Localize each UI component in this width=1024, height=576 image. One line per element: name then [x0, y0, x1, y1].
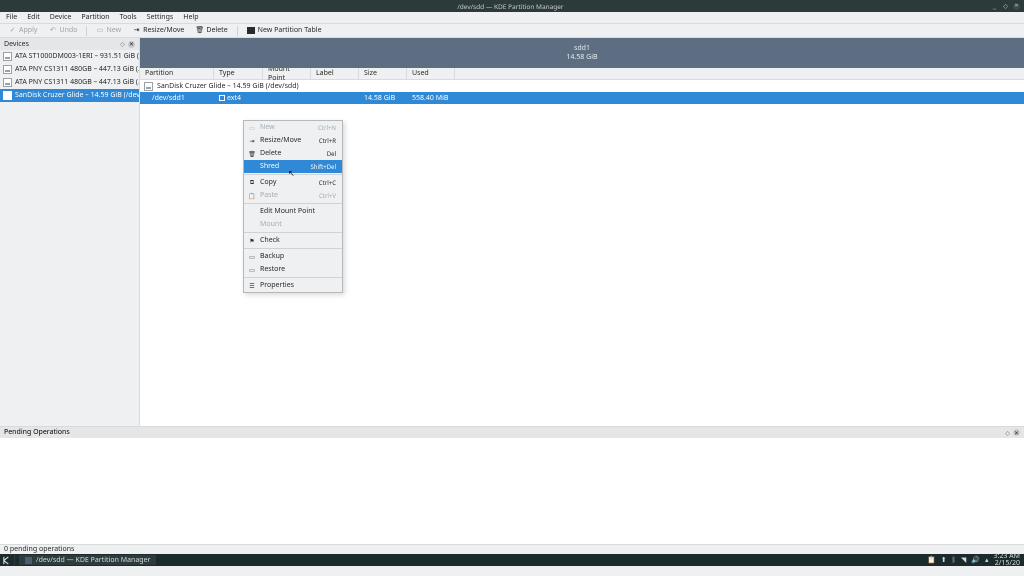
menu-partition[interactable]: Partition: [81, 13, 109, 22]
column-mount[interactable]: Mount Point: [263, 68, 311, 79]
disk-graphical-view[interactable]: sdd1 14.58 GiB: [140, 38, 1024, 68]
flag-icon: ⚑: [248, 237, 256, 245]
devices-panel-header: Devices ◇ ✕: [0, 38, 139, 50]
menubar: File Edit Device Partition Tools Setting…: [0, 12, 1024, 24]
resize-icon: ⇥: [248, 137, 256, 145]
device-item[interactable]: ATA PNY CS1311 480GB – 447.13 GiB (…: [0, 76, 139, 89]
column-label[interactable]: Label: [311, 68, 359, 79]
undo-button: ↶ Undo: [44, 26, 82, 35]
ctx-shred[interactable]: ShredShift+Del: [244, 160, 342, 173]
partition-columns: Partition Type Mount Point Label Size Us…: [140, 68, 1024, 80]
ctx-copy[interactable]: ⧉CopyCtrl+C: [244, 176, 342, 189]
menu-help[interactable]: Help: [183, 13, 198, 22]
restore-icon: ▭: [248, 266, 256, 274]
document-new-icon: ▭: [96, 27, 103, 34]
menu-separator: [244, 248, 342, 249]
drive-icon: [3, 78, 12, 87]
ctx-backup[interactable]: ▭Backup: [244, 250, 342, 263]
document-new-icon: ▭: [248, 124, 256, 132]
pending-panel-header: Pending Operations ◇ ✕: [0, 426, 1024, 438]
partition-context-menu: ▭NewCtrl+N ⇥Resize/MoveCtrl+R 🗑DeleteDel…: [243, 120, 343, 293]
menu-tools[interactable]: Tools: [120, 13, 137, 22]
desktop-panel: /dev/sdd — KDE Partition Manager 📋 ⬆ ᛒ ◥…: [0, 554, 1024, 566]
tray-expand-icon[interactable]: ▴: [985, 556, 989, 565]
drive-icon: [3, 65, 12, 74]
partition-table-icon: [247, 27, 255, 34]
clipboard-tray-icon[interactable]: 📋: [927, 556, 936, 565]
window-close-button[interactable]: ✕: [1013, 3, 1020, 10]
panel-close-button[interactable]: ✕: [1013, 429, 1020, 436]
ctx-paste: 📋PasteCtrl+V: [244, 189, 342, 202]
panel-float-button[interactable]: ◇: [119, 41, 126, 48]
toolbar-separator: [237, 26, 238, 36]
device-item[interactable]: ATA PNY CS1311 480GB – 447.13 GiB (…: [0, 63, 139, 76]
ctx-new: ▭NewCtrl+N: [244, 121, 342, 134]
copy-icon: ⧉: [248, 178, 256, 187]
volume-tray-icon[interactable]: 🔊: [971, 556, 980, 565]
backup-icon: ▭: [248, 253, 256, 261]
ctx-edit-mount[interactable]: Edit Mount Point: [244, 205, 342, 218]
window-maximize-button[interactable]: ◇: [1002, 3, 1009, 10]
ctx-delete[interactable]: 🗑DeleteDel: [244, 147, 342, 160]
statusbar: 0 pending operations: [0, 544, 1024, 554]
bluetooth-tray-icon[interactable]: ᛒ: [952, 556, 956, 565]
ctx-check[interactable]: ⚑Check: [244, 234, 342, 247]
ctx-resize[interactable]: ⇥Resize/MoveCtrl+R: [244, 134, 342, 147]
device-item-selected[interactable]: SanDisk Cruzer Glide – 14.59 GiB (/dev…: [0, 89, 139, 102]
panel-close-button[interactable]: ✕: [128, 41, 135, 48]
partition-row-selected[interactable]: /dev/sdd1 ext4 14.58 GiB 558.40 MiB: [140, 92, 1024, 104]
menu-settings[interactable]: Settings: [147, 13, 174, 22]
drive-icon: [144, 82, 153, 91]
paste-icon: 📋: [248, 192, 256, 200]
network-tray-icon[interactable]: ◥: [961, 556, 966, 565]
column-type[interactable]: Type: [214, 68, 263, 79]
panel-float-button[interactable]: ◇: [1004, 429, 1011, 436]
menu-separator: [244, 277, 342, 278]
device-list: ATA ST1000DM003-1ERI – 931.51 GiB (… ATA…: [0, 50, 139, 426]
menu-device[interactable]: Device: [50, 13, 72, 22]
apply-button: ✓ Apply: [4, 26, 42, 35]
system-tray: 📋 ⬆ ᛒ ◥ 🔊 ▴ 3:23 AM 2/15/20: [927, 553, 1024, 567]
pending-operations-list: [0, 438, 1024, 544]
delete-button[interactable]: 🗑 Delete: [191, 26, 232, 35]
ctx-mount: Mount: [244, 218, 342, 231]
ctx-restore[interactable]: ▭Restore: [244, 263, 342, 276]
device-tree-root[interactable]: SanDisk Cruzer Glide – 14.59 GiB (/dev/s…: [140, 80, 1024, 92]
resize-button[interactable]: ⇥ Resize/Move: [128, 26, 189, 35]
app-icon: [25, 557, 32, 564]
drive-icon: [3, 52, 12, 61]
menu-file[interactable]: File: [6, 13, 17, 22]
toolbar-separator: [86, 26, 87, 36]
undo-icon: ↶: [49, 27, 56, 34]
window-title: /dev/sdd — KDE Partition Manager: [30, 2, 991, 11]
application-launcher-icon[interactable]: [0, 554, 12, 566]
window-minimize-button[interactable]: ‿: [991, 3, 998, 10]
new-partition-table-button[interactable]: New Partition Table: [242, 26, 327, 35]
drive-icon: [3, 91, 12, 100]
window-titlebar: /dev/sdd — KDE Partition Manager ‿ ◇ ✕: [0, 0, 1024, 12]
fs-flag-icon: [219, 95, 225, 101]
device-item[interactable]: ATA ST1000DM003-1ERI – 931.51 GiB (…: [0, 50, 139, 63]
toolbar: ✓ Apply ↶ Undo ▭ New ⇥ Resize/Move 🗑 Del…: [0, 24, 1024, 38]
trash-icon: 🗑: [196, 27, 203, 34]
column-size[interactable]: Size: [359, 68, 407, 79]
menu-separator: [244, 203, 342, 204]
menu-edit[interactable]: Edit: [27, 13, 40, 22]
resize-icon: ⇥: [133, 27, 140, 34]
panel-clock[interactable]: 3:23 AM 2/15/20: [993, 553, 1020, 567]
column-used[interactable]: Used: [407, 68, 455, 79]
taskbar-entry[interactable]: /dev/sdd — KDE Partition Manager: [19, 555, 156, 565]
properties-icon: ☰: [248, 282, 256, 290]
check-icon: ✓: [9, 27, 16, 34]
updates-tray-icon[interactable]: ⬆: [941, 556, 947, 565]
new-button: ▭ New: [91, 26, 126, 35]
column-partition[interactable]: Partition: [140, 68, 214, 79]
menu-separator: [244, 232, 342, 233]
ctx-properties[interactable]: ☰Properties: [244, 279, 342, 292]
menu-separator: [244, 174, 342, 175]
trash-icon: 🗑: [248, 150, 256, 158]
